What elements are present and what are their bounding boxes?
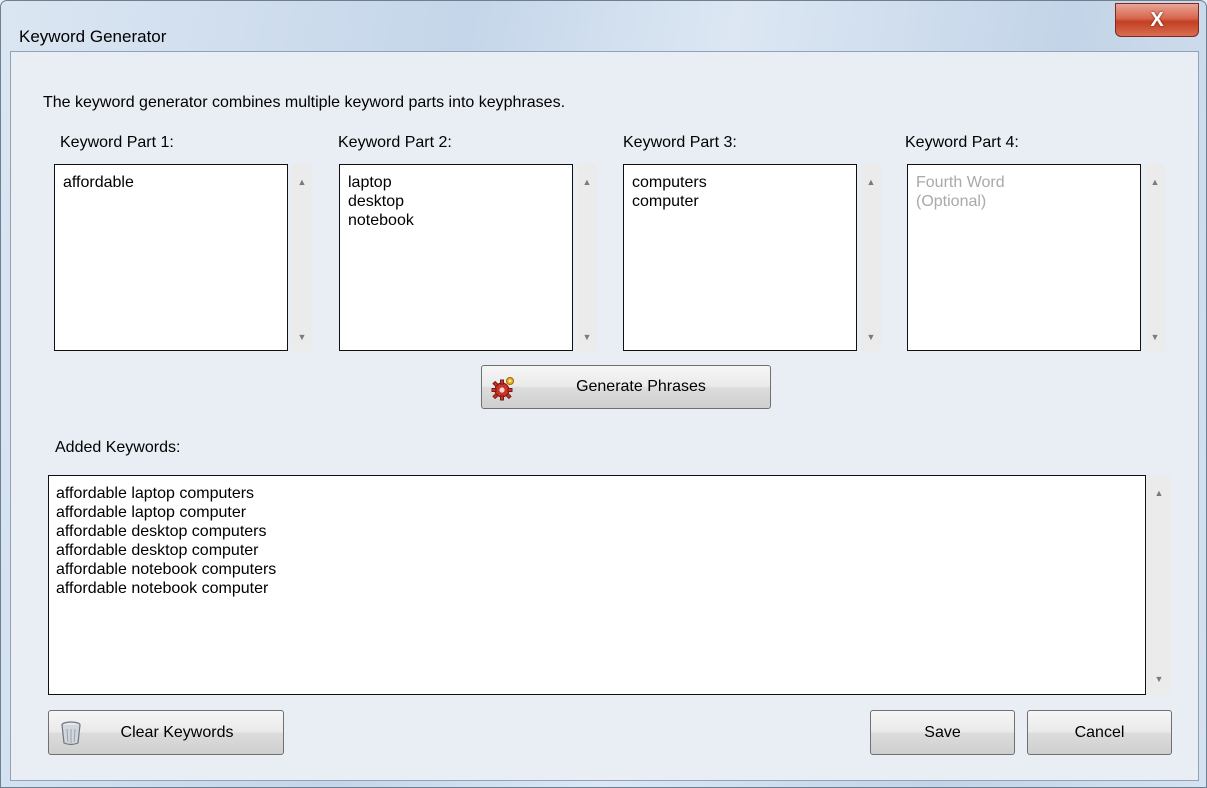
keyword-part-3-list[interactable]: computers computer — [623, 164, 857, 351]
cancel-button[interactable]: Cancel — [1027, 710, 1172, 755]
keyword-part-3-label: Keyword Part 3: — [623, 134, 737, 151]
close-icon: X — [1150, 9, 1164, 31]
scroll-down-arrow-icon[interactable]: ▼ — [292, 329, 312, 345]
list-item: affordable notebook computer — [56, 580, 269, 597]
keyword-part-4-label: Keyword Part 4: — [905, 134, 1019, 151]
close-button[interactable]: X — [1115, 3, 1199, 37]
scroll-up-arrow-icon[interactable]: ▲ — [1145, 174, 1165, 190]
added-keywords-list[interactable]: affordable laptop computers affordable l… — [48, 475, 1146, 695]
list-item: affordable notebook computers — [56, 561, 277, 578]
keyword-part-3-scrollbar[interactable]: ▲ ▼ — [861, 164, 881, 351]
scroll-down-arrow-icon[interactable]: ▼ — [1145, 329, 1165, 345]
keyword-part-2-scrollbar[interactable]: ▲ ▼ — [577, 164, 597, 351]
scroll-down-arrow-icon[interactable]: ▼ — [861, 329, 881, 345]
generate-phrases-button[interactable]: Generate Phrases — [481, 365, 771, 409]
list-item: computer — [632, 193, 699, 210]
list-item: affordable desktop computer — [56, 542, 259, 559]
keyword-part-2-label: Keyword Part 2: — [338, 134, 452, 151]
keyword-part-1-list[interactable]: affordable — [54, 164, 288, 351]
placeholder-text: Fourth Word — [916, 174, 1005, 191]
title-bar: Keyword Generator X — [1, 1, 1206, 51]
added-keywords-scrollbar[interactable]: ▲ ▼ — [1147, 475, 1171, 695]
keyword-part-1-label: Keyword Part 1: — [60, 134, 174, 151]
clear-keywords-button[interactable]: Clear Keywords — [48, 710, 284, 755]
scroll-down-arrow-icon[interactable]: ▼ — [1147, 671, 1171, 687]
keyword-part-4-list[interactable]: Fourth Word (Optional) — [907, 164, 1141, 351]
scroll-up-arrow-icon[interactable]: ▲ — [292, 174, 312, 190]
keyword-part-2-list[interactable]: laptop desktop notebook — [339, 164, 573, 351]
list-item: affordable laptop computers — [56, 485, 255, 502]
list-item: affordable — [63, 174, 134, 191]
added-keywords-label: Added Keywords: — [55, 439, 181, 456]
window-title: Keyword Generator — [19, 27, 167, 46]
scroll-up-arrow-icon[interactable]: ▲ — [861, 174, 881, 190]
keyword-generator-window: Keyword Generator X The keyword generato… — [0, 0, 1207, 788]
scroll-down-arrow-icon[interactable]: ▼ — [577, 329, 597, 345]
list-item: affordable laptop computer — [56, 504, 247, 521]
list-item: desktop — [348, 193, 405, 210]
list-item: computers — [632, 174, 707, 191]
scroll-up-arrow-icon[interactable]: ▲ — [1147, 485, 1171, 501]
save-button[interactable]: Save — [870, 710, 1015, 755]
list-item: laptop — [348, 174, 392, 191]
list-item: affordable desktop computers — [56, 523, 267, 540]
keyword-part-4-scrollbar[interactable]: ▲ ▼ — [1145, 164, 1165, 351]
placeholder-text: (Optional) — [916, 193, 987, 210]
generate-phrases-label: Generate Phrases — [576, 378, 706, 395]
gear-icon — [491, 377, 514, 401]
trash-can-icon — [61, 721, 81, 746]
clear-keywords-label: Clear Keywords — [120, 723, 234, 741]
intro-text: The keyword generator combines multiple … — [43, 94, 566, 111]
scroll-up-arrow-icon[interactable]: ▲ — [577, 174, 597, 190]
keyword-part-1-scrollbar[interactable]: ▲ ▼ — [292, 164, 312, 351]
list-item: notebook — [348, 212, 414, 229]
